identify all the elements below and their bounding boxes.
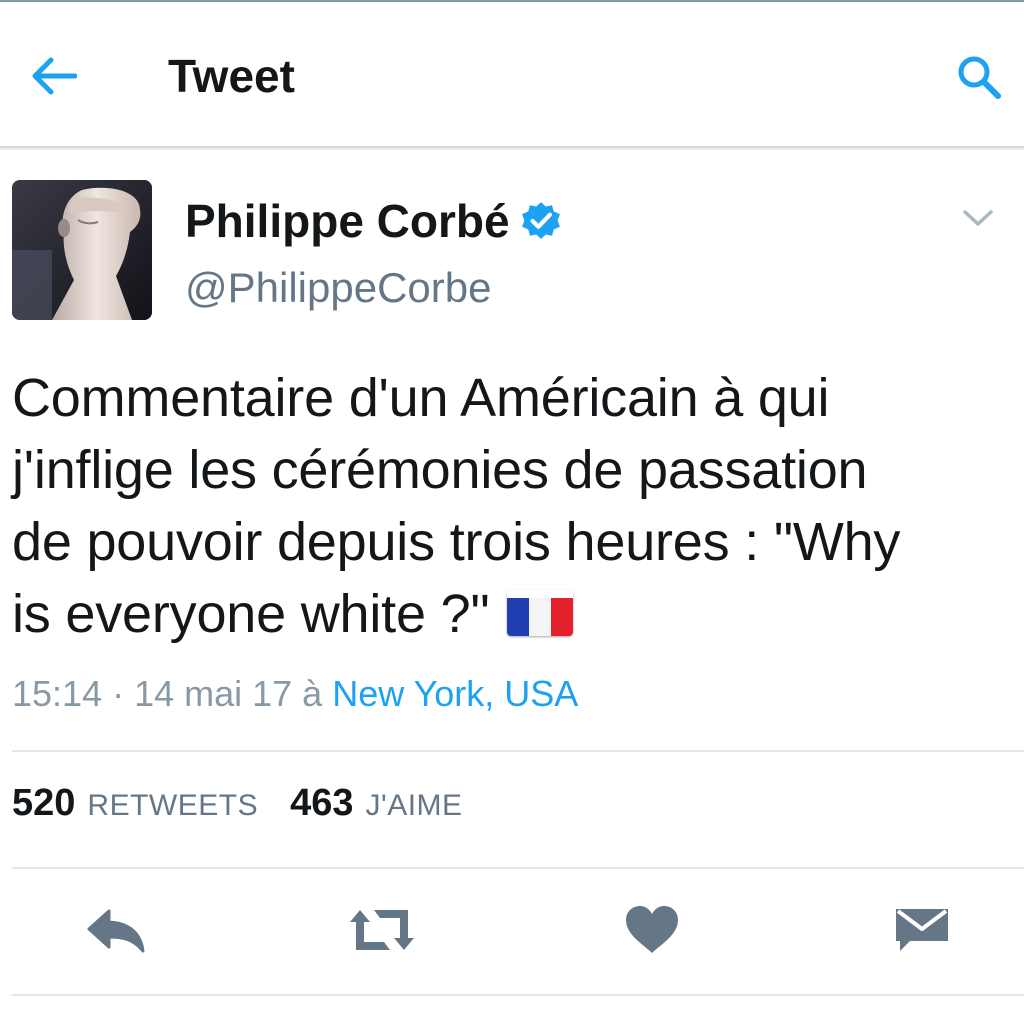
arrow-left-icon <box>32 57 77 95</box>
author-name[interactable]: Philippe Corbé <box>185 190 562 252</box>
direct-message-button[interactable] <box>886 898 958 962</box>
app-header: Tweet <box>0 2 1024 146</box>
retweet-label[interactable]: RETWEETS <box>87 789 258 823</box>
french-flag-icon <box>507 598 574 636</box>
back-button[interactable] <box>28 52 80 100</box>
tweet-text: Commentaire d'un Américain à qui j'infli… <box>12 362 1012 650</box>
tweet-location-link[interactable]: New York, USA <box>332 673 578 714</box>
like-label[interactable]: J'AIME <box>365 789 462 823</box>
header-divider <box>0 146 1024 150</box>
reply-button[interactable] <box>80 898 152 962</box>
heart-icon <box>626 906 678 953</box>
divider <box>12 867 1024 869</box>
avatar-image <box>12 180 152 320</box>
retweet-button[interactable] <box>346 898 418 962</box>
verified-badge-icon <box>521 202 560 239</box>
direct-message-icon <box>896 909 948 951</box>
like-count[interactable]: 463 <box>290 782 353 825</box>
retweet-count[interactable]: 520 <box>12 782 75 825</box>
like-button[interactable] <box>616 898 688 962</box>
tweet-text-line-last: is everyone white ?" <box>12 578 1012 650</box>
divider <box>12 750 1024 752</box>
chevron-down-icon <box>963 210 993 226</box>
tweet-stats: 520 RETWEETS 463 J'AIME <box>12 782 463 842</box>
tweet-text-line: j'inflige les cérémonies de passation <box>12 440 868 500</box>
reply-icon <box>87 909 145 953</box>
tweet-text-line: is everyone white ?" <box>12 584 490 644</box>
search-icon <box>958 56 1001 99</box>
page-title: Tweet <box>168 50 295 102</box>
retweet-icon <box>350 910 414 950</box>
french-flag-emoji <box>507 590 574 636</box>
author-handle[interactable]: @PhilippeCorbe <box>185 260 491 316</box>
search-button[interactable] <box>952 52 1006 102</box>
tweet-text-line: Commentaire d'un Américain à qui <box>12 368 830 428</box>
avatar[interactable] <box>12 180 152 320</box>
tweet-meta: 15:14 · 14 mai 17 à New York, USA <box>12 668 578 720</box>
tweet-text-line: de pouvoir depuis trois heures : "Why <box>12 512 901 572</box>
tweet-timestamp: 15:14 · 14 mai 17 à <box>12 673 333 714</box>
divider <box>12 994 1024 996</box>
tweet-options-button[interactable] <box>958 200 998 236</box>
author-display-name: Philippe Corbé <box>185 195 510 247</box>
